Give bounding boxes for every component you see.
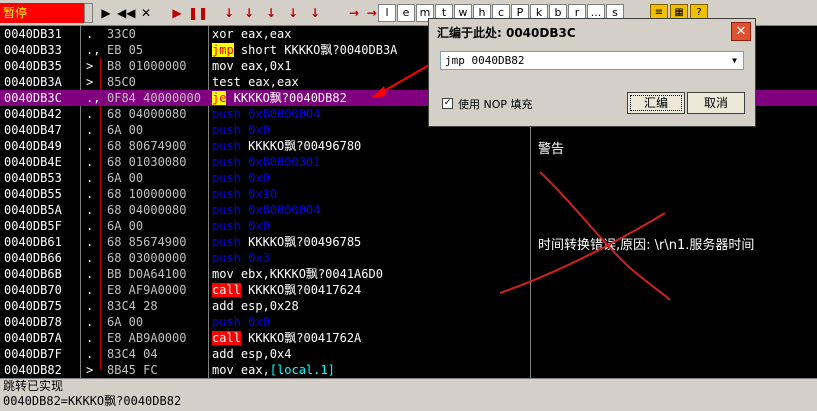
close-icon[interactable]: ✕ [731, 22, 751, 41]
dialog-title: 汇编于此处: 0040DB3C [431, 21, 753, 45]
nop-fill-label: 使用 NOP 填充 [458, 98, 533, 111]
assemble-button[interactable]: 汇编 [627, 92, 685, 114]
assemble-input-value: jmp 0040DB82 [445, 54, 525, 67]
annotation-arrow-head [371, 86, 386, 98]
assemble-input[interactable]: jmp 0040DB82 ▼ [440, 51, 744, 70]
annotation-cross-stroke [499, 212, 666, 294]
assemble-dialog: 汇编于此处: 0040DB3C ✕ jmp 0040DB82 ▼ ✓ 使用 NO… [428, 18, 756, 127]
annotation-cross-stroke [539, 171, 671, 301]
chevron-down-icon[interactable]: ▼ [727, 53, 742, 68]
cancel-button[interactable]: 取消 [687, 92, 745, 114]
nop-fill-checkbox[interactable]: ✓ [442, 98, 453, 109]
